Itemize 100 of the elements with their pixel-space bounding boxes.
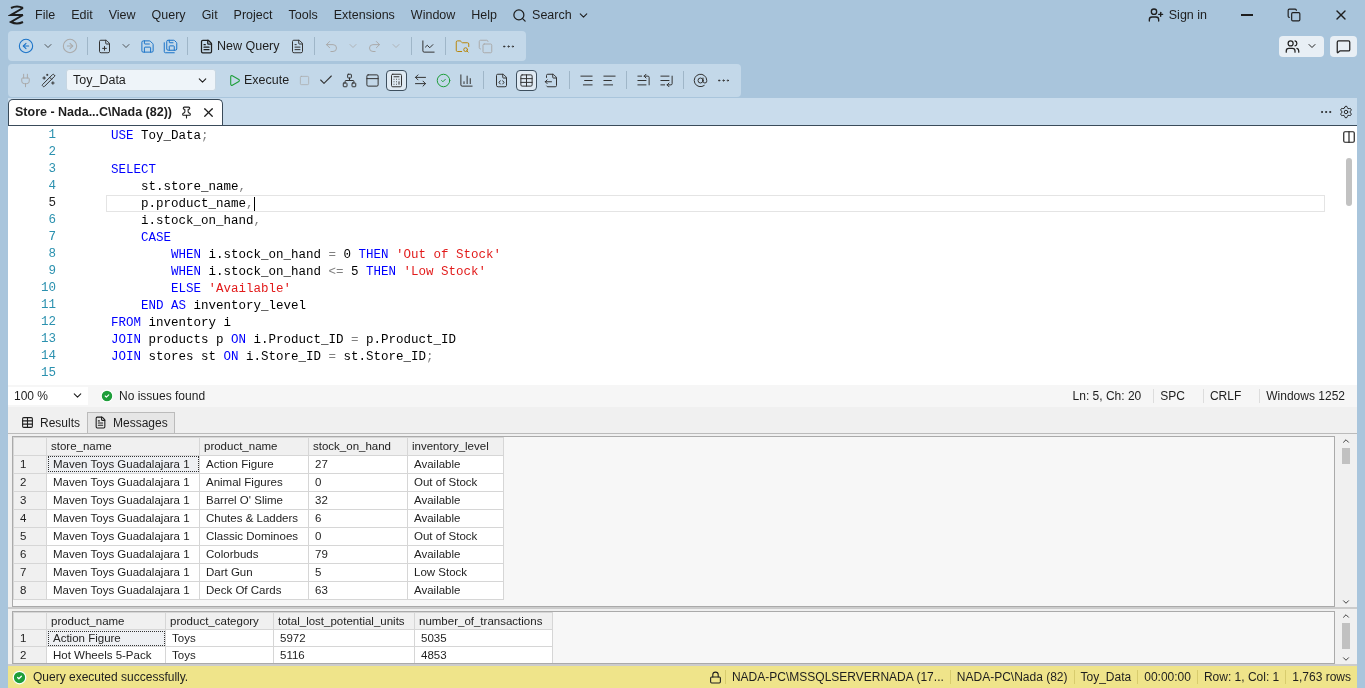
play-icon [228, 73, 241, 87]
menu-item[interactable]: Query [144, 5, 193, 25]
text-file-icon [494, 72, 510, 88]
line-number: 15 [40, 364, 56, 382]
save-all-icon[interactable] [163, 38, 178, 54]
scroll-thumb[interactable] [1342, 447, 1350, 464]
line-endings[interactable]: CRLF [1202, 388, 1248, 403]
code-line: USE Toy_Data; [110, 127, 210, 144]
line-number: 12 [40, 313, 56, 331]
line-number: 14 [40, 347, 56, 365]
people-button[interactable] [1279, 35, 1324, 57]
split-icon[interactable] [1342, 129, 1356, 144]
pin-icon[interactable] [180, 105, 193, 119]
code-line: st.store_name, [140, 178, 248, 195]
file-output-icon [544, 72, 560, 88]
row-count: 1,763 rows [1285, 670, 1357, 684]
server-name: NADA-PC\MSSQLSERVERNADA (17... [724, 670, 950, 684]
code-line: JOIN stores st ON i.Store_ID = st.Store_ID; [110, 348, 435, 365]
people-icon [1285, 38, 1300, 54]
menu-item[interactable]: View [101, 5, 143, 25]
line-number: 4 [47, 177, 56, 195]
code-line: CASE [140, 229, 172, 246]
code-line: WHEN i.stock_on_hand <= 5 THEN 'Low Stock' [170, 263, 488, 280]
line-number: 8 [47, 245, 56, 263]
code-line: i.stock_on_hand, [140, 212, 263, 229]
sign-in-button[interactable]: Sign in [1139, 4, 1215, 26]
line-number: 11 [40, 296, 56, 314]
document-icon[interactable] [289, 38, 305, 54]
column-header[interactable]: store_name [46, 437, 200, 456]
zoom-dropdown[interactable]: 100 % [8, 386, 88, 405]
line-number: 9 [47, 262, 56, 280]
new-query-button[interactable]: New Query [195, 36, 284, 56]
row-column: Row: 1, Col: 1 [1196, 670, 1286, 684]
minimize-icon [1241, 14, 1253, 16]
document-icon [94, 416, 107, 430]
indent-mode[interactable]: SPC [1153, 388, 1191, 403]
menu-item[interactable]: Project [226, 5, 280, 25]
logo-icon [8, 5, 26, 25]
restore-icon [1287, 8, 1301, 22]
menu-item[interactable]: Window [403, 5, 463, 25]
code-line: FROM inventory i [110, 314, 233, 331]
save-icon[interactable] [140, 38, 155, 54]
line-number: 2 [47, 143, 56, 161]
column-header[interactable]: stock_on_hand [308, 437, 408, 456]
execute-button[interactable]: Execute [224, 71, 294, 89]
line-number: 1 [47, 126, 56, 144]
issues-status: No issues found [119, 388, 206, 403]
bar-chart-icon[interactable] [459, 72, 475, 88]
chart-icon[interactable] [420, 38, 436, 54]
column-header[interactable]: number_of_transactions [414, 612, 553, 630]
document-icon [199, 38, 214, 54]
code-line: END AS inventory_level [140, 297, 308, 314]
check-circle-icon[interactable] [436, 72, 452, 88]
document-tab[interactable]: Store - Nada...C\Nada (82)) [8, 98, 223, 125]
check-circle-icon [12, 669, 27, 685]
column-header[interactable]: total_lost_potential_units [273, 612, 415, 630]
line-number: 7 [47, 228, 56, 246]
scroll-thumb[interactable] [1342, 623, 1350, 650]
menu-item[interactable]: Edit [64, 5, 100, 25]
settings-icon[interactable] [1339, 105, 1353, 120]
lock-icon [708, 670, 722, 684]
column-header[interactable]: product_name [199, 437, 309, 456]
results-tab[interactable]: Messages [87, 411, 175, 433]
database-dropdown[interactable]: Toy_Data [66, 69, 216, 91]
column-header[interactable]: product_category [165, 612, 274, 630]
line-number: 13 [40, 330, 56, 348]
back-icon[interactable] [18, 38, 34, 54]
message-icon [1336, 38, 1351, 54]
line-number: 5 [47, 194, 56, 212]
window-icon[interactable] [365, 72, 381, 88]
new-file-icon[interactable] [97, 38, 112, 54]
user-plus-icon [1147, 7, 1164, 23]
menu-item[interactable]: Tools [281, 5, 325, 25]
zoom-value: 100 % [14, 388, 49, 403]
feedback-button[interactable] [1330, 35, 1357, 57]
user-name: NADA-PC\Nada (82) [949, 670, 1074, 684]
menu-item[interactable]: Git [194, 5, 225, 25]
menu-item[interactable]: File [28, 5, 63, 25]
results-mode-toggle[interactable] [516, 69, 538, 91]
elapsed-time: 00:00:00 [1137, 670, 1197, 684]
line-number: 10 [40, 279, 56, 297]
check-circle-icon [100, 388, 114, 403]
search-button[interactable]: Search [506, 4, 596, 26]
menu-item[interactable]: Extensions [326, 5, 402, 25]
column-header[interactable]: inventory_level [407, 437, 504, 456]
intellisense-toggle[interactable] [386, 69, 408, 91]
cursor-position[interactable]: Ln: 5, Ch: 20 [1072, 388, 1142, 403]
encoding[interactable]: Windows 1252 [1259, 388, 1351, 403]
menu-item[interactable]: Help [464, 5, 505, 25]
calculator-icon [389, 72, 405, 88]
code-line: WHEN i.stock_on_hand = 0 THEN 'Out of Stock' [170, 246, 503, 263]
column-header[interactable]: product_name [46, 612, 166, 630]
database-name: Toy_Data [1073, 670, 1138, 684]
line-number: 6 [47, 211, 56, 229]
database-value: Toy_Data [73, 73, 126, 87]
status-message: Query executed successfully. [33, 670, 189, 684]
table-icon [519, 72, 535, 88]
arrows-icon[interactable] [413, 72, 429, 88]
scroll-thumb[interactable] [1346, 157, 1352, 206]
at-sign-icon[interactable] [693, 72, 709, 88]
